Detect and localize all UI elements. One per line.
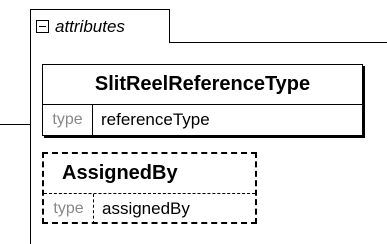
element-box-assigned-by[interactable]: AssignedBy type assignedBy (42, 152, 257, 224)
type-row: type referenceType (43, 105, 362, 135)
collapse-minus-icon[interactable] (36, 20, 49, 33)
element-box-slit-reel-reference-type[interactable]: SlitReelReferenceType type referenceType (42, 64, 363, 136)
type-key-label: type (44, 194, 94, 224)
group-label: attributes (55, 16, 125, 36)
type-value: assignedBy (102, 199, 190, 218)
type-value: referenceType (101, 110, 210, 129)
connector-line (0, 124, 30, 125)
element-name: SlitReelReferenceType (43, 65, 362, 105)
element-name: AssignedBy (44, 154, 255, 194)
type-row: type assignedBy (44, 194, 255, 224)
attributes-group-header[interactable]: attributes (30, 9, 170, 43)
type-key-label: type (43, 105, 93, 135)
schema-diagram: attributes SlitReelReferenceType type re… (0, 0, 387, 244)
